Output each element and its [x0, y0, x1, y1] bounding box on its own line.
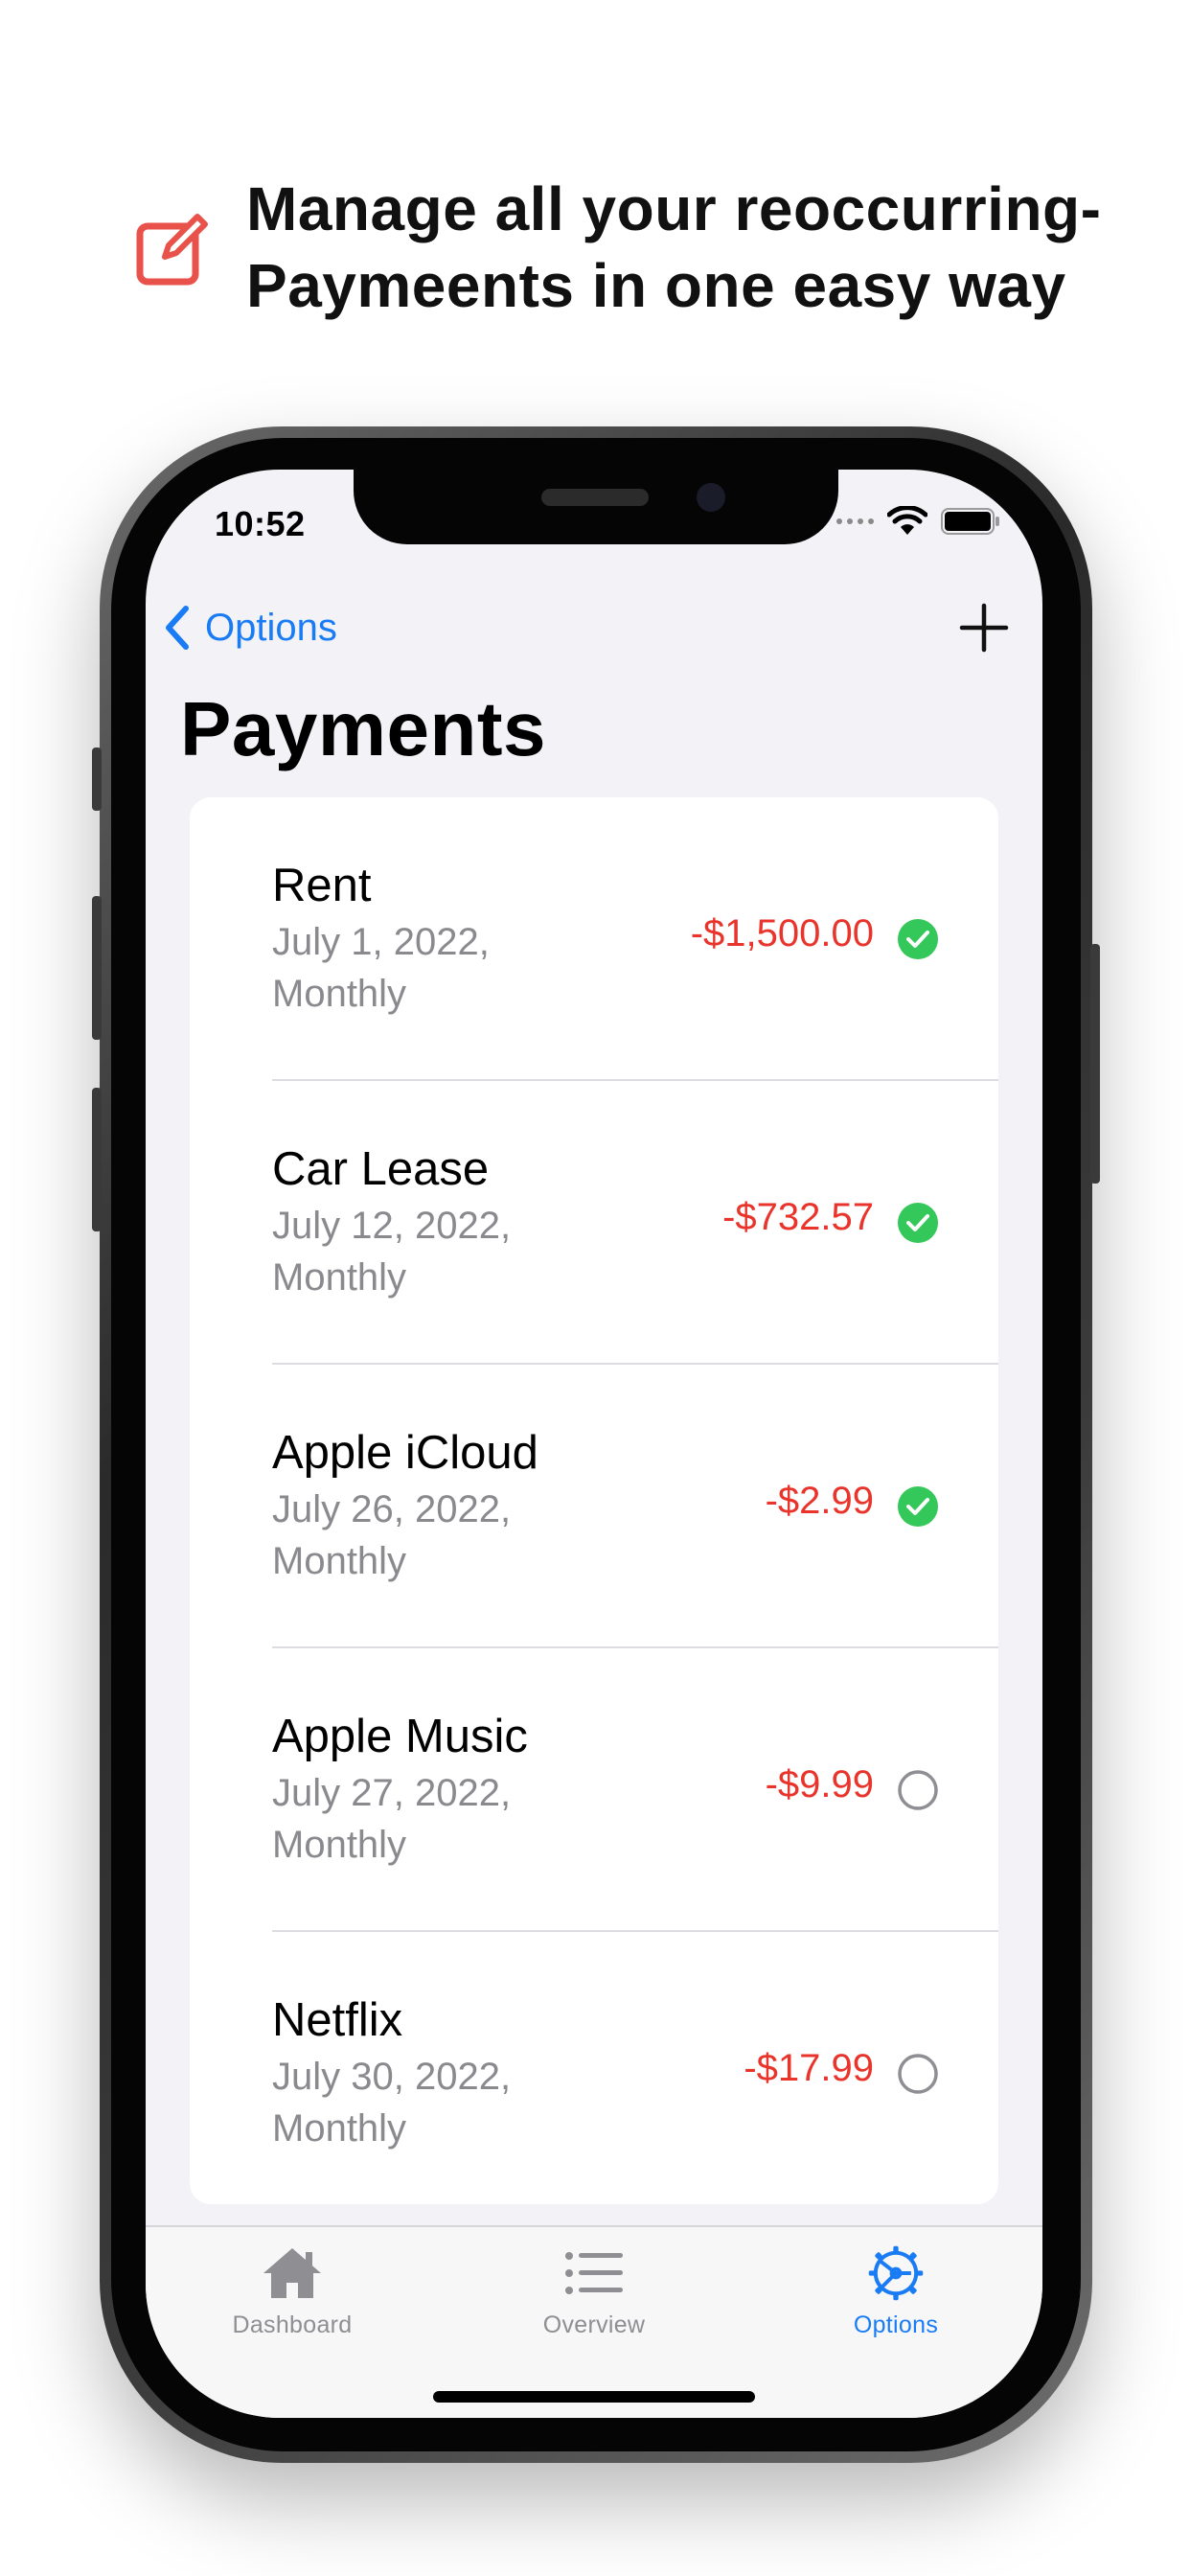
payment-date-frequency: July 1, 2022, Monthly: [272, 921, 490, 1015]
tab-label: Options: [853, 2312, 939, 2338]
status-icons: [836, 504, 1000, 539]
payment-row[interactable]: Apple Music July 27, 2022, Monthly -$9.9…: [190, 1648, 998, 1932]
payment-date-frequency: July 27, 2022, Monthly: [272, 1772, 512, 1866]
payment-amount: -$2.99: [765, 1480, 874, 1522]
add-payment-button[interactable]: [958, 602, 1010, 654]
tab-options[interactable]: Options: [790, 2237, 1001, 2342]
tab-overview[interactable]: Overview: [489, 2237, 699, 2342]
tab-bar: Dashboard Overview Options: [146, 2225, 1042, 2418]
payment-amount: -$17.99: [744, 2047, 874, 2089]
tab-label: Overview: [542, 2312, 646, 2338]
unpaid-circle-icon[interactable]: [897, 2053, 939, 2095]
payment-row[interactable]: Apple iCloud July 26, 2022, Monthly -$2.…: [190, 1365, 998, 1648]
payment-date-frequency: July 26, 2022, Monthly: [272, 1488, 512, 1582]
chevron-left-icon: [166, 606, 189, 650]
list-icon: [565, 2252, 623, 2294]
payment-name: Apple Music: [272, 1711, 528, 1762]
signal-dots-icon: [836, 518, 874, 524]
unpaid-circle-icon[interactable]: [897, 1769, 939, 1811]
payment-name: Car Lease: [272, 1143, 490, 1195]
paid-checkmark-icon[interactable]: [897, 1202, 939, 1244]
payment-row[interactable]: Rent July 1, 2022, Monthly -$1,500.00: [190, 797, 998, 1081]
promo-headline: Manage all your reoccurring- Paymeents i…: [246, 174, 1102, 320]
payment-name: Netflix: [272, 1994, 403, 2046]
paid-checkmark-icon[interactable]: [897, 1485, 939, 1528]
back-button-label: Options: [205, 606, 337, 649]
earpiece-speaker: [541, 489, 649, 506]
payment-amount: -$1,500.00: [690, 912, 874, 954]
compose-icon: [136, 213, 209, 286]
side-button-volume-up: [92, 896, 102, 1040]
page-title: Payments: [180, 686, 546, 771]
battery-icon: [941, 508, 999, 535]
payment-name: Apple iCloud: [272, 1427, 538, 1479]
front-camera: [697, 483, 725, 512]
payment-name: Rent: [272, 860, 372, 911]
side-button-silent: [92, 748, 102, 811]
payment-row[interactable]: Netflix July 30, 2022, Monthly -$17.99: [190, 1932, 998, 2204]
tab-dashboard[interactable]: Dashboard: [187, 2237, 398, 2342]
payment-amount: -$9.99: [765, 1763, 874, 1806]
notch: [354, 470, 838, 544]
promo-header: Manage all your reoccurring- Paymeents i…: [0, 0, 1190, 383]
status-time: 10:52: [215, 504, 306, 543]
payment-amount: -$732.57: [722, 1196, 874, 1238]
tab-label: Dashboard: [232, 2312, 353, 2338]
side-button-power: [1090, 944, 1100, 1184]
home-indicator[interactable]: [433, 2391, 755, 2403]
side-button-volume-down: [92, 1088, 102, 1231]
payments-list: Rent July 1, 2022, Monthly -$1,500.00 Ca…: [190, 797, 998, 2204]
payment-date-frequency: July 30, 2022, Monthly: [272, 2056, 512, 2150]
payment-date-frequency: July 12, 2022, Monthly: [272, 1205, 512, 1299]
back-button[interactable]: Options: [163, 594, 337, 661]
paid-checkmark-icon[interactable]: [897, 918, 939, 960]
phone-screen: 10:52 Options Payments Rent July 1, 2022…: [146, 470, 1042, 2418]
house-icon: [263, 2248, 321, 2298]
wifi-icon: [887, 506, 927, 535]
payment-row[interactable]: Car Lease July 12, 2022, Monthly -$732.5…: [190, 1081, 998, 1365]
gear-steering-icon: [868, 2245, 924, 2301]
